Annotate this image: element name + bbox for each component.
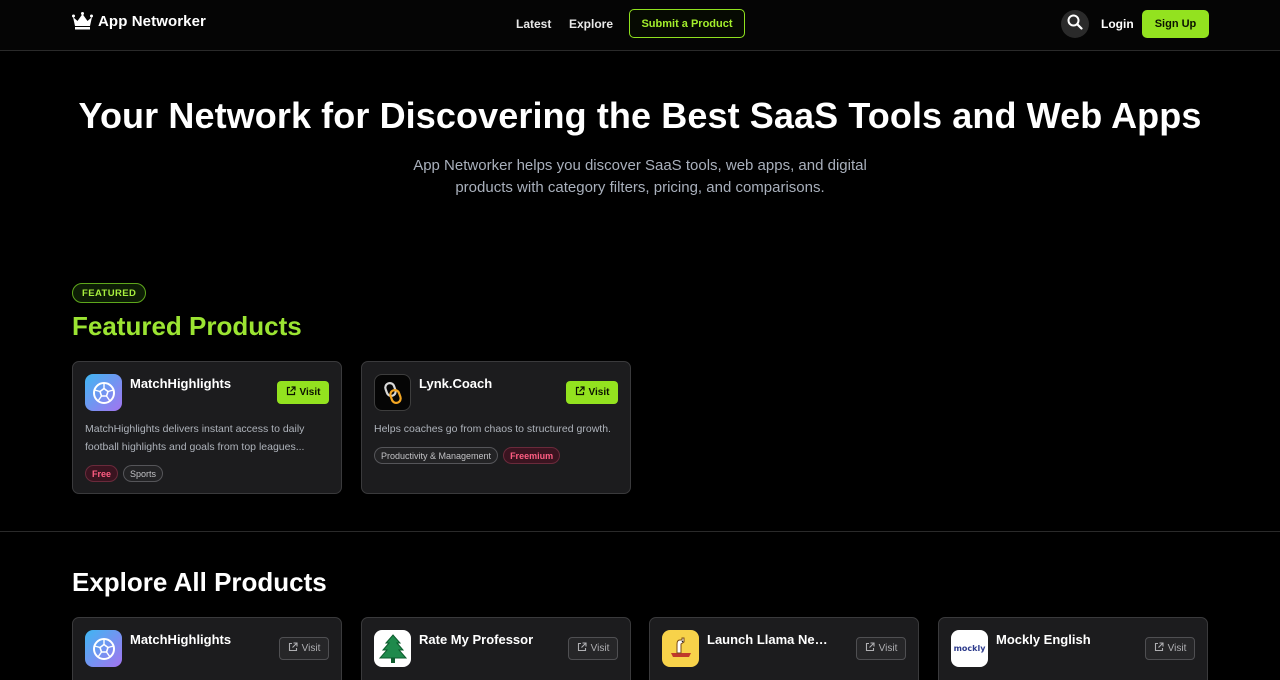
sign-up-button[interactable]: Sign Up [1142, 10, 1209, 38]
search-button[interactable] [1061, 10, 1089, 38]
product-card[interactable]: MatchHighlights Visit [72, 617, 342, 680]
product-name[interactable]: MatchHighlights [130, 632, 231, 647]
visit-label: Visit [878, 643, 898, 654]
product-card[interactable]: mockly Mockly English Visit [938, 617, 1208, 680]
featured-section-title: Featured Products [72, 311, 302, 341]
mockly-logo-text: mockly [953, 644, 986, 653]
soccer-ball-icon [85, 630, 122, 667]
product-card[interactable]: Launch Llama Newsle... Visit [649, 617, 919, 680]
product-name[interactable]: Lynk.Coach [419, 376, 492, 391]
category-tag[interactable]: Sports [123, 465, 164, 482]
product-tags: Free Sports [85, 465, 164, 482]
visit-button[interactable]: Visit [568, 637, 618, 660]
brand-name: App Networker [98, 12, 206, 30]
llama-icon [662, 630, 699, 667]
product-name[interactable]: Launch Llama Newsle... [707, 632, 832, 647]
product-description: Helps coaches go from chaos to structure… [374, 423, 611, 435]
top-navbar: App Networker Latest Explore Submit a Pr… [0, 0, 1280, 51]
featured-product-card[interactable]: Lynk.Coach Visit Helps coaches go from c… [361, 361, 631, 494]
brand-logo-link[interactable]: App Networker [72, 12, 206, 30]
visit-label: Visit [301, 643, 321, 654]
product-tags: Productivity & Management Freemium [374, 447, 561, 464]
product-name[interactable]: Rate My Professor [419, 632, 533, 647]
visit-button[interactable]: Visit [856, 637, 906, 660]
search-icon [1067, 14, 1083, 35]
submit-product-button[interactable]: Submit a Product [629, 9, 745, 38]
visit-button[interactable]: Visit [1145, 637, 1195, 660]
pricing-tag[interactable]: Freemium [503, 447, 561, 464]
visit-label: Visit [1167, 643, 1187, 654]
external-link-icon [288, 642, 298, 655]
product-name[interactable]: Mockly English [996, 632, 1091, 647]
hero-title: Your Network for Discovering the Best Sa… [78, 95, 1202, 136]
product-description: MatchHighlights delivers instant access … [85, 423, 305, 453]
external-link-icon [865, 642, 875, 655]
login-link[interactable]: Login [1101, 17, 1134, 31]
crown-icon [72, 12, 93, 30]
featured-badge: FEATURED [72, 283, 147, 303]
visit-button[interactable]: Visit [277, 381, 329, 404]
hero-subtitle: App Networker helps you discover SaaS to… [413, 157, 867, 196]
soccer-ball-icon [85, 374, 122, 411]
external-link-icon [577, 642, 587, 655]
external-link-icon [1154, 642, 1164, 655]
nav-explore-link[interactable]: Explore [569, 17, 613, 31]
visit-button[interactable]: Visit [279, 637, 329, 660]
product-card[interactable]: Rate My Professor Visit [361, 617, 631, 680]
category-tag[interactable]: Productivity & Management [374, 447, 499, 464]
visit-label: Visit [299, 387, 321, 398]
featured-product-card[interactable]: MatchHighlights Visit MatchHighlights de… [72, 361, 342, 494]
explore-section-title: Explore All Products [72, 567, 327, 597]
visit-button[interactable]: Visit [566, 381, 618, 404]
visit-label: Visit [590, 643, 610, 654]
mockly-logo: mockly [951, 630, 988, 667]
section-divider [0, 531, 1280, 532]
nav-latest-link[interactable]: Latest [516, 17, 551, 31]
pricing-tag[interactable]: Free [85, 465, 119, 482]
external-link-icon [286, 386, 296, 399]
external-link-icon [575, 386, 585, 399]
pine-tree-icon [374, 630, 411, 667]
visit-label: Visit [588, 387, 610, 398]
product-name[interactable]: MatchHighlights [130, 376, 231, 391]
chain-link-icon [374, 374, 411, 411]
